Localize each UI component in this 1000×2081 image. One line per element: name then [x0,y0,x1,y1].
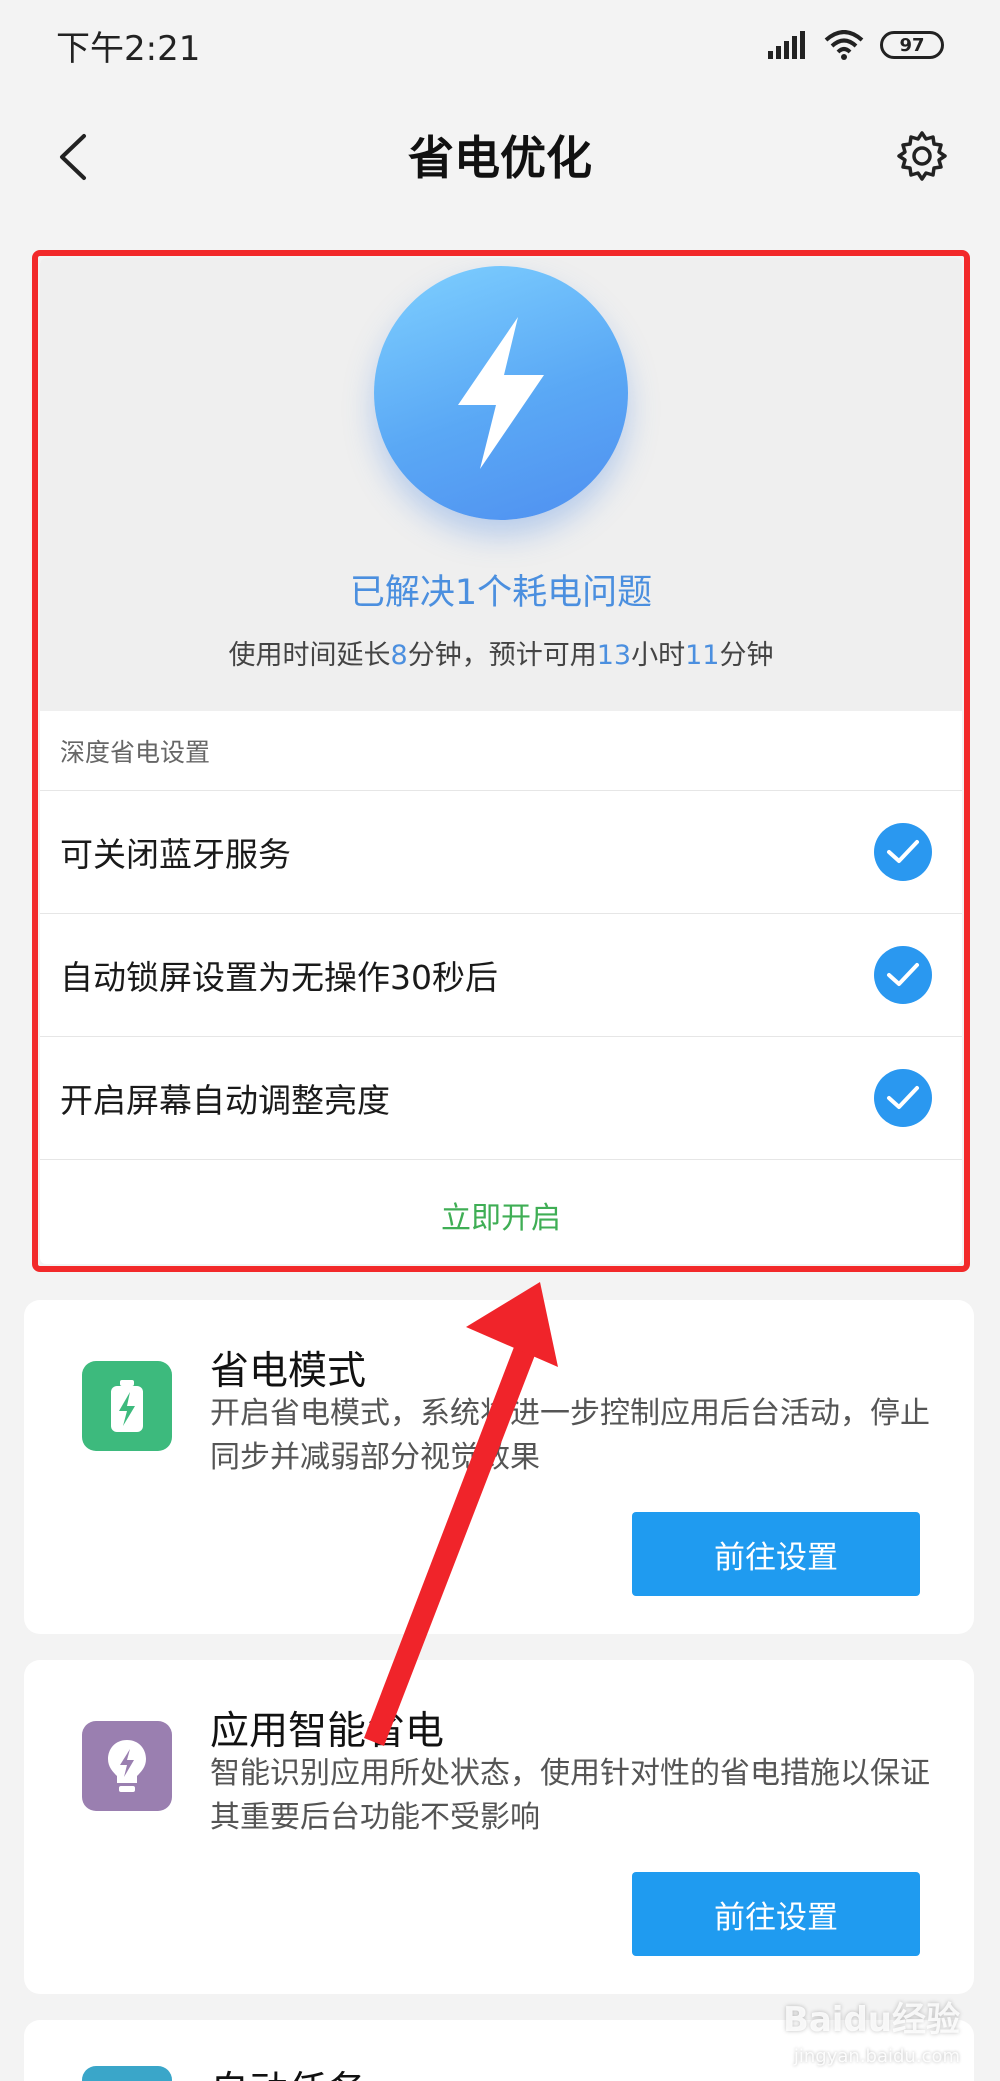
task-icon [82,2066,172,2081]
optimization-card: 已解决1个耗电问题 使用时间延长8分钟，预计可用13小时11分钟 深度省电设置 … [40,258,962,1264]
check-label: 自动锁屏设置为无操作30秒后 [60,958,498,997]
feature-title: 省电模式 [210,1349,367,1394]
battery-bolt-icon [82,1361,172,1451]
status-bar: 下午2:21 97 [0,0,1000,90]
power-saving-mode-card: 省电模式 开启省电模式，系统将进一步控制应用后台活动，停止同步并减弱部分视觉效果… [24,1300,974,1634]
app-smart-saving-card: 应用智能省电 智能识别应用所处状态，使用针对性的省电措施以保证其重要后台功能不受… [24,1660,974,1994]
signal-icon [768,31,805,59]
feature-description: 开启省电模式，系统将进一步控制应用后台活动，停止同步并减弱部分视觉效果 [210,1396,930,1475]
checkmark-icon[interactable] [874,946,932,1004]
bolt-badge [374,266,628,520]
page-title: 省电优化 [408,131,592,185]
enable-now-button[interactable]: 立即开启 [40,1160,962,1264]
resolved-title: 已解决1个耗电问题 [349,573,653,613]
go-to-settings-button[interactable]: 前往设置 [632,1512,920,1596]
hero-section: 已解决1个耗电问题 使用时间延长8分钟，预计可用13小时11分钟 [40,258,962,711]
battery-level: 97 [899,34,925,56]
watermark-url: jingyan.baidu.com [793,2046,960,2067]
checkmark-icon[interactable] [874,1069,932,1127]
check-row-autolock[interactable]: 自动锁屏设置为无操作30秒后 [40,914,962,1037]
status-icons: 97 [768,30,944,60]
checkmark-icon[interactable] [874,823,932,881]
go-to-settings-button[interactable]: 前往设置 [632,1872,920,1956]
check-label: 可关闭蓝牙服务 [60,835,291,874]
estimated-hours: 13 [596,640,632,671]
feature-title: 自动任务 [210,2060,366,2081]
header: 省电优化 [0,110,1000,200]
watermark-logo: Baidu经验 [782,2000,960,2040]
battery-indicator: 97 [880,31,944,59]
status-time: 下午2:21 [56,28,201,69]
check-row-bluetooth[interactable]: 可关闭蓝牙服务 [40,791,962,914]
deep-settings-header: 深度省电设置 [40,711,962,791]
gear-icon[interactable] [896,130,948,182]
extended-minutes: 8 [390,640,408,671]
back-icon[interactable] [52,132,96,182]
feature-title: 应用智能省电 [210,1709,445,1754]
check-row-brightness[interactable]: 开启屏幕自动调整亮度 [40,1037,962,1160]
estimated-minutes: 11 [685,640,720,671]
lightning-icon [458,317,544,469]
feature-description: 智能识别应用所处状态，使用针对性的省电措施以保证其重要后台功能不受影响 [210,1756,930,1835]
lightbulb-icon [82,1721,172,1811]
usage-estimate: 使用时间延长8分钟，预计可用13小时11分钟 [228,640,774,671]
check-label: 开启屏幕自动调整亮度 [60,1081,390,1120]
wifi-icon [824,30,864,60]
